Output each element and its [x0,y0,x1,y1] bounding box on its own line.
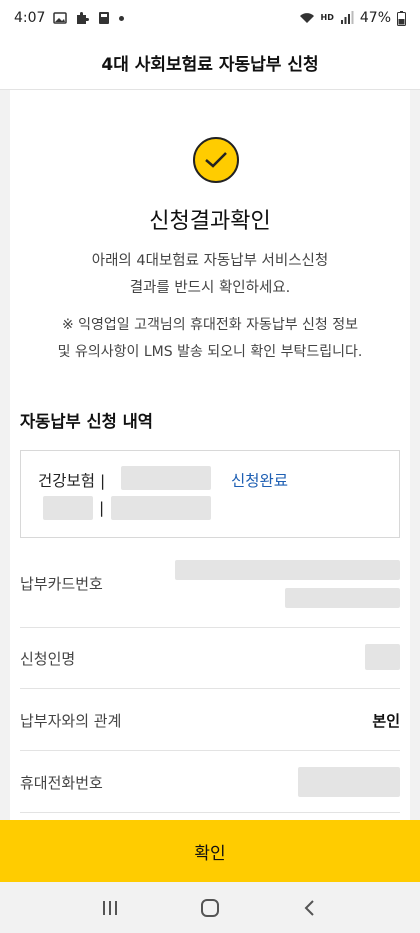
item-separator: | [99,499,105,517]
phone-label: 휴대전화번호 [20,774,103,792]
redacted-card-number [285,588,400,608]
card-number-row: 납부카드번호 [20,542,400,628]
page-title: 4대 사회보험료 자동납부 신청 [101,55,319,75]
relation-value: 본인 [372,712,400,730]
puzzle-notification-icon [77,12,90,24]
redacted-name [365,644,400,670]
result-description-line2: 결과를 반드시 확인하세요. [129,280,291,296]
signal-icon [340,11,354,24]
insurance-name: 건강보험 | [38,472,106,490]
redacted-card-number [175,560,400,580]
home-icon [201,898,219,917]
result-description: 아래의 4대보험료 자동납부 서비스신청 결과를 반드시 확인하세요. [10,248,410,302]
recent-apps-icon [103,900,117,915]
image-notification-icon [53,12,68,24]
status-bar: 4:07 HD 47% [0,0,420,36]
redacted-info [111,496,211,520]
result-content: 신청결과확인 아래의 4대보험료 자동납부 서비스신청 결과를 반드시 확인하세… [10,90,410,820]
card-number-label: 납부카드번호 [20,575,103,593]
battery-percent: 47% [359,10,391,26]
system-nav-bar [0,882,420,933]
lms-notice-line1: ※ 익영업일 고객님의 휴대전화 자동납부 신청 정보 [61,317,359,333]
more-notifications-dot [119,15,125,21]
status-left: 4:07 [14,10,125,26]
back-button[interactable] [285,888,335,928]
section-title: 자동납부 신청 내역 [20,412,153,431]
relation-label: 납부자와의 관계 [20,712,122,730]
result-title: 신청결과확인 [149,209,271,234]
recent-apps-button[interactable] [85,888,135,928]
hd-voice-icon: HD [320,13,334,22]
card-notification-icon [99,12,110,24]
redacted-phone [298,767,400,797]
page-header: 4대 사회보험료 자동납부 신청 [0,36,420,90]
application-item: 건강보험 | 신청완료 | [20,450,400,538]
check-circle-icon [193,137,239,183]
application-status: 신청완료 [231,472,289,490]
checkmark-icon [205,152,227,168]
status-right: HD 47% [299,10,406,26]
status-time: 4:07 [14,10,46,26]
applicant-name-label: 신청인명 [20,650,76,668]
relation-row: 납부자와의 관계 본인 [20,689,400,751]
battery-icon [397,10,406,26]
redacted-info [121,466,211,490]
phone-row: 휴대전화번호 [20,751,400,813]
result-description-line1: 아래의 4대보험료 자동납부 서비스신청 [91,253,329,269]
lms-notice: ※ 익영업일 고객님의 휴대전화 자동납부 신청 정보 및 유의사항이 LMS … [10,312,410,366]
redacted-info [43,496,93,520]
home-button[interactable] [185,888,235,928]
applicant-name-row: 신청인명 [20,628,400,689]
lms-notice-line2: 및 유의사항이 LMS 발송 되오니 확인 부탁드립니다. [57,344,363,360]
confirm-button[interactable]: 확인 [0,820,420,882]
back-icon [304,899,314,916]
wifi-icon [299,13,314,23]
confirm-button-label: 확인 [194,843,226,863]
